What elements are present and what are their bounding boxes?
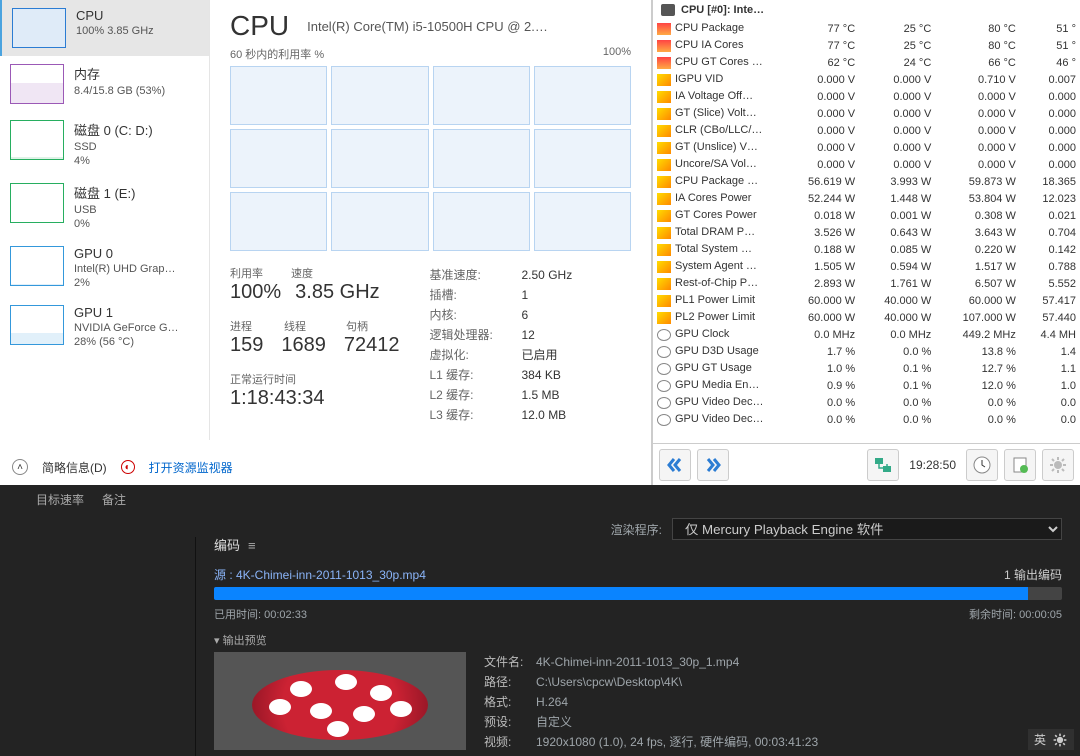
clock-button[interactable] [966,449,998,481]
hwinfo-row[interactable]: Total DRAM P…3.526 W0.643 W3.643 W0.704 [653,224,1080,241]
proc-val: 159 [230,334,263,357]
uptime-val: 1:18:43:34 [230,387,400,410]
net-button[interactable] [867,449,899,481]
log-button[interactable] [1004,449,1036,481]
open-resmon-link[interactable]: 打开资源监视器 [149,459,233,476]
tm-heading: CPU [230,10,289,42]
tm-footer: ˄ 简略信息(D) ◐ 打开资源监视器 [0,449,651,485]
hwinfo-row[interactable]: GT (Slice) Volt…0.000 V0.000 V0.000 V0.0… [653,105,1080,122]
tm-sidebar: CPU100% 3.85 GHz 内存8.4/15.8 GB (53%) 磁盘 … [0,0,210,440]
hwinfo-row[interactable]: GPU Video Dec…0.0 %0.0 %0.0 %0.0 [653,394,1080,411]
util-val: 100% [230,281,281,304]
brief-info-link[interactable]: 简略信息(D) [42,459,107,476]
tm-sidebar-item[interactable]: GPU 0Intel(R) UHD Grap…2% [0,238,209,297]
output-count: 1 输出编码 [1004,566,1062,583]
hwinfo-row[interactable]: CPU Package …56.619 W3.993 W59.873 W18.3… [653,173,1080,190]
hwinfo-row[interactable]: CLR (CBo/LLC/…0.000 V0.000 V0.000 V0.000 [653,122,1080,139]
tm-graph-right: 100% [603,46,631,62]
hwinfo-row[interactable]: IA Cores Power52.244 W1.448 W53.804 W12.… [653,190,1080,207]
hwinfo-table[interactable]: CPU Package77 °C25 °C80 °C51 °CPU IA Cor… [653,20,1080,443]
tm-cpu-name: Intel(R) Core(TM) i5-10500H CPU @ 2.… [307,19,631,34]
nav-back-button[interactable] [659,449,691,481]
preview-thumbnail [214,652,466,750]
hwinfo-row[interactable]: CPU GT Cores …62 °C24 °C66 °C46 ° [653,54,1080,71]
settings-button[interactable] [1042,449,1074,481]
panel-menu-icon[interactable]: ≡ [248,538,259,553]
hwinfo-row[interactable]: IA Voltage Off…0.000 V0.000 V0.000 V0.00… [653,88,1080,105]
hwinfo-row[interactable]: GPU Clock0.0 MHz0.0 MHz449.2 MHz4.4 MH [653,326,1080,343]
source-file: 源 : 4K-Chimei-inn-2011-1013_30p.mp4 [214,566,426,583]
resmon-icon: ◐ [121,460,135,474]
chip-icon [661,4,675,16]
speed-val: 3.85 GHz [295,281,379,304]
hwinfo-row[interactable]: CPU IA Cores77 °C25 °C80 °C51 ° [653,37,1080,54]
tm-sidebar-item[interactable]: 内存8.4/15.8 GB (53%) [0,56,209,112]
tm-sidebar-item[interactable]: CPU100% 3.85 GHz [0,0,209,56]
tm-sidebar-item[interactable]: GPU 1NVIDIA GeForce G…28% (56 °C) [0,297,209,356]
hwinfo-window: CPU [#0]: Inte… CPU Package77 °C25 °C80 … [652,0,1080,485]
tm-core-grid [230,66,631,251]
tab-target-rate[interactable]: 目标速率 [36,491,84,508]
chevron-up-icon[interactable]: ˄ [12,459,28,475]
hwinfo-row[interactable]: IGPU VID0.000 V0.000 V0.710 V0.007 [653,71,1080,88]
hwinfo-row[interactable]: PL1 Power Limit60.000 W40.000 W60.000 W5… [653,292,1080,309]
hwinfo-row[interactable]: System Agent …1.505 W0.594 W1.517 W0.788 [653,258,1080,275]
ame-tabs: 目标速率 备注 [0,485,1080,514]
hwinfo-row[interactable]: Total System …0.188 W0.085 W0.220 W0.142 [653,241,1080,258]
hwinfo-row[interactable]: Rest-of-Chip P…2.893 W1.761 W6.507 W5.55… [653,275,1080,292]
hwinfo-row[interactable]: GPU Video Dec…0.0 %0.0 %0.0 %0.0 [653,411,1080,428]
tm-graph-label: 60 秒内的利用率 % [230,46,324,62]
hwinfo-row[interactable]: GPU GT Usage1.0 %0.1 %12.7 %1.1 [653,360,1080,377]
hwinfo-row[interactable]: GT (Unslice) V…0.000 V0.000 V0.000 V0.00… [653,139,1080,156]
nav-fwd-button[interactable] [697,449,729,481]
thr-val: 1689 [281,334,326,357]
hwinfo-time: 19:28:50 [909,458,956,472]
gear-icon[interactable] [1052,732,1068,748]
tm-sidebar-item[interactable]: 磁盘 0 (C: D:)SSD4% [0,112,209,175]
output-meta: 文件名:4K-Chimei-inn-2011-1013_30p_1.mp4 路径… [484,652,818,752]
encode-panel-title: 编码≡ [214,535,1062,554]
hwinfo-toolbar: 19:28:50 [653,443,1080,485]
task-manager-window: CPU100% 3.85 GHz 内存8.4/15.8 GB (53%) 磁盘 … [0,0,652,485]
tm-sidebar-item[interactable]: 磁盘 1 (E:)USB0% [0,175,209,238]
ame-sidebar [0,537,196,756]
hwinfo-row[interactable]: GPU Media En…0.9 %0.1 %12.0 %1.0 [653,377,1080,394]
hwinfo-row[interactable]: GT Cores Power0.018 W0.001 W0.308 W0.021 [653,207,1080,224]
hwinfo-row[interactable]: Uncore/SA Vol…0.000 V0.000 V0.000 V0.000 [653,156,1080,173]
encode-progress [214,587,1062,600]
hwinfo-row[interactable]: GPU D3D Usage1.7 %0.0 %13.8 %1.4 [653,343,1080,360]
hnd-val: 72412 [344,334,400,357]
hwinfo-row[interactable]: CPU Package77 °C25 °C80 °C51 ° [653,20,1080,37]
hwinfo-section-header[interactable]: CPU [#0]: Inte… [653,0,1080,20]
media-encoder-window: 目标速率 备注 渲染程序: 仅 Mercury Playback Engine … [0,485,1080,756]
preview-label[interactable]: ▾ 输出预览 [214,632,1062,648]
elapsed-time: 00:02:33 [264,609,307,621]
hwinfo-row[interactable]: PL2 Power Limit60.000 W40.000 W107.000 W… [653,309,1080,326]
tab-notes[interactable]: 备注 [102,491,126,508]
tm-main: CPU Intel(R) Core(TM) i5-10500H CPU @ 2.… [210,0,651,440]
remaining-time: 00:00:05 [1019,609,1062,621]
ime-indicator[interactable]: 英 [1028,729,1074,750]
